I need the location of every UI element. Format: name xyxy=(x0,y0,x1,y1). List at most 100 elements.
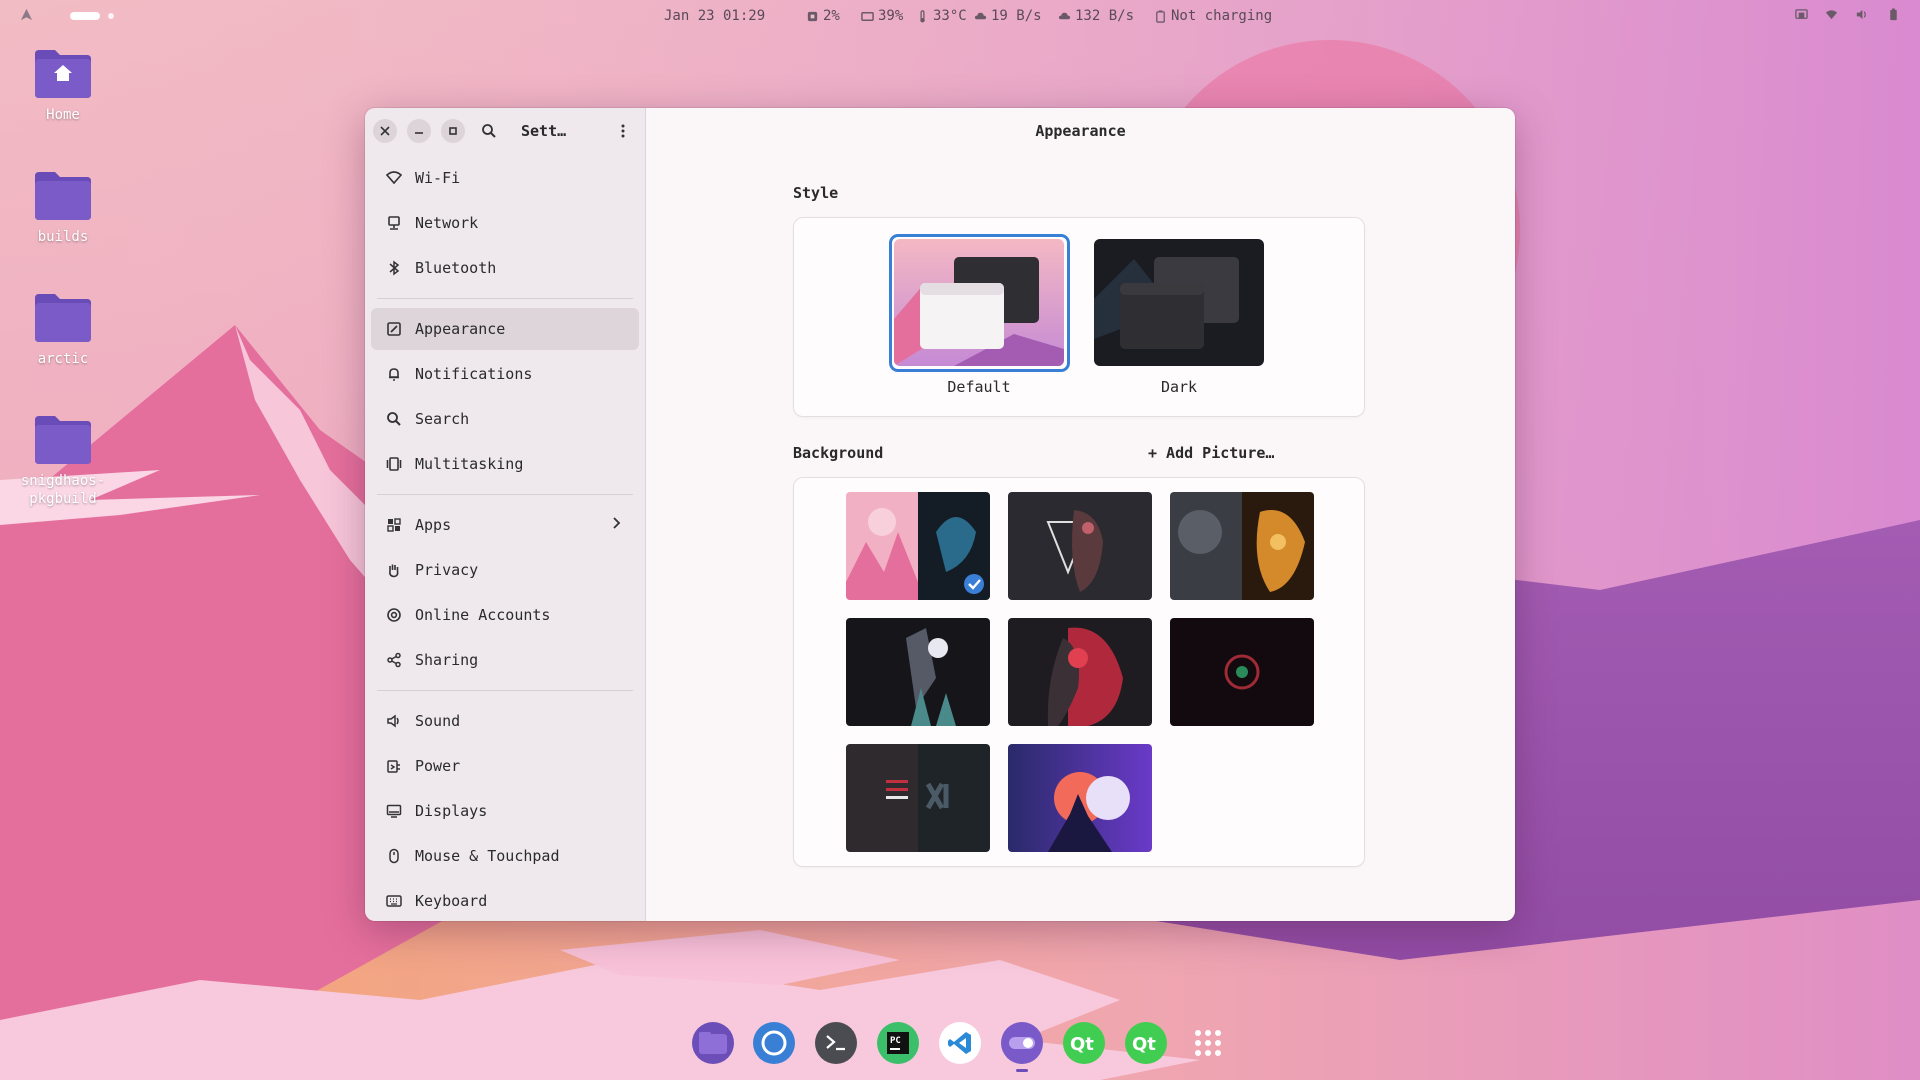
sidebar-item-label: Network xyxy=(415,214,479,232)
svg-text:Qt: Qt xyxy=(1132,1034,1156,1055)
minimize-button[interactable] xyxy=(407,119,431,143)
app-grid-dock-icon[interactable] xyxy=(1187,1022,1229,1064)
background-thumbnail[interactable] xyxy=(1170,492,1314,600)
folder-icon xyxy=(33,414,93,466)
chromium-dock-icon[interactable] xyxy=(753,1022,795,1064)
search-icon xyxy=(385,410,403,428)
sidebar-item-label: Apps xyxy=(415,516,452,534)
sidebar-item-bluetooth[interactable]: Bluetooth xyxy=(371,247,639,289)
sidebar-item-label: Privacy xyxy=(415,561,479,579)
background-thumbnail[interactable] xyxy=(846,618,990,726)
sidebar-item-label: Power xyxy=(415,757,461,775)
sidebar-item-wifi[interactable]: Wi-Fi xyxy=(371,157,639,199)
sidebar-item-apps[interactable]: Apps xyxy=(371,504,639,546)
multitasking-icon xyxy=(385,455,403,473)
files-dock-icon[interactable] xyxy=(692,1022,734,1064)
background-thumbnail[interactable] xyxy=(1008,744,1152,852)
settings-dock-icon[interactable] xyxy=(1001,1022,1043,1064)
screen-share-icon[interactable] xyxy=(1795,8,1808,21)
close-button[interactable] xyxy=(373,119,397,143)
vscode-dock-icon[interactable] xyxy=(939,1022,981,1064)
at-icon xyxy=(385,606,403,624)
wifi-status-icon[interactable] xyxy=(1825,8,1838,21)
share-icon xyxy=(385,651,403,669)
style-card: Default Dark xyxy=(793,217,1365,417)
display-icon xyxy=(385,802,403,820)
sidebar-item-label: Search xyxy=(415,410,470,428)
speaker-icon xyxy=(385,712,403,730)
desktop-icon-arctic[interactable]: arctic xyxy=(8,292,118,368)
network-icon xyxy=(385,214,403,232)
sidebar-item-notifications[interactable]: Notifications xyxy=(371,353,639,395)
style-option-label: Default xyxy=(947,378,1011,396)
sidebar-item-sharing[interactable]: Sharing xyxy=(371,639,639,681)
qt-designer-dock-icon[interactable]: Qt xyxy=(1125,1022,1167,1064)
style-option-default[interactable]: Default xyxy=(894,239,1064,396)
sidebar-item-label: Wi-Fi xyxy=(415,169,461,187)
sidebar-item-power[interactable]: Power xyxy=(371,745,639,787)
power-icon xyxy=(385,757,403,775)
sidebar-item-sound[interactable]: Sound xyxy=(371,700,639,742)
dark-style-thumbnail xyxy=(1094,239,1264,366)
thermometer-icon xyxy=(920,9,925,22)
clock[interactable]: Jan 23 01:29 xyxy=(664,8,765,24)
background-thumbnail[interactable] xyxy=(846,744,990,852)
desktop-icon-snigdhaos-pkgbuild[interactable]: snigdhaos- pkgbuild xyxy=(8,414,118,508)
sidebar-item-keyboard[interactable]: Keyboard xyxy=(371,880,639,921)
desktop-icon-builds[interactable]: builds xyxy=(8,170,118,246)
home-folder-icon xyxy=(33,48,93,100)
settings-nav: Wi-Fi Network Bluetooth Appearance Notif… xyxy=(365,157,645,921)
sidebar-item-appearance[interactable]: Appearance xyxy=(371,308,639,350)
background-thumbnail[interactable] xyxy=(1008,618,1152,726)
sidebar-separator xyxy=(377,298,633,299)
cpu-indicator: 2% xyxy=(806,8,840,24)
add-picture-button[interactable]: + Add Picture… xyxy=(1148,444,1274,462)
sidebar-item-label: Keyboard xyxy=(415,892,488,910)
sidebar-item-multitasking[interactable]: Multitasking xyxy=(371,443,639,485)
memory-value: 39% xyxy=(878,8,904,24)
sidebar-item-mouse-touchpad[interactable]: Mouse & Touchpad xyxy=(371,835,639,877)
desktop-icon-home[interactable]: Home xyxy=(8,48,118,124)
pycharm-dock-icon[interactable]: PC xyxy=(877,1022,919,1064)
sidebar-item-label: Displays xyxy=(415,802,488,820)
minimize-icon xyxy=(415,132,423,134)
sidebar-item-network[interactable]: Network xyxy=(371,202,639,244)
mouse-icon xyxy=(385,847,403,865)
main-menu-button[interactable] xyxy=(609,117,637,145)
keyboard-icon xyxy=(385,892,403,910)
background-thumbnail[interactable] xyxy=(1170,618,1314,726)
sidebar-item-privacy[interactable]: Privacy xyxy=(371,549,639,591)
desktop-icon-label: builds xyxy=(37,229,89,245)
desktop-icon-label: snigdhaos- pkgbuild xyxy=(20,473,106,507)
battery-menu-icon[interactable] xyxy=(1887,8,1900,21)
background-thumbnail[interactable] xyxy=(1008,492,1152,600)
apps-icon xyxy=(385,516,403,534)
temperature-indicator: 33°C xyxy=(916,8,967,24)
background-card xyxy=(793,477,1365,867)
sidebar-separator xyxy=(377,690,633,691)
background-thumbnail[interactable] xyxy=(846,492,990,600)
sidebar-item-label: Bluetooth xyxy=(415,259,497,277)
sidebar-item-search[interactable]: Search xyxy=(371,398,639,440)
sidebar-item-online-accounts[interactable]: Online Accounts xyxy=(371,594,639,636)
activities-button[interactable] xyxy=(20,8,33,21)
sidebar-item-label: Sharing xyxy=(415,651,479,669)
qt-creator-dock-icon[interactable]: Qt xyxy=(1063,1022,1105,1064)
battery-status-text: Not charging xyxy=(1171,8,1273,24)
workspace-indicator[interactable] xyxy=(70,12,114,20)
search-icon xyxy=(482,124,496,138)
sidebar-item-displays[interactable]: Displays xyxy=(371,790,639,832)
maximize-button[interactable] xyxy=(441,119,465,143)
volume-icon[interactable] xyxy=(1855,8,1868,21)
style-option-dark[interactable]: Dark xyxy=(1094,239,1264,396)
background-heading: Background xyxy=(793,444,884,462)
terminal-dock-icon[interactable] xyxy=(815,1022,857,1064)
search-button[interactable] xyxy=(475,117,503,145)
appearance-icon xyxy=(385,320,403,338)
svg-text:PC: PC xyxy=(890,1036,901,1046)
memory-indicator: 39% xyxy=(861,8,903,24)
maximize-icon xyxy=(449,127,457,135)
upload-indicator: 132 B/s xyxy=(1058,8,1134,24)
sidebar: Sett… Wi-Fi Network Bluetooth Appearance xyxy=(365,108,646,921)
sidebar-header: Sett… xyxy=(365,108,645,154)
